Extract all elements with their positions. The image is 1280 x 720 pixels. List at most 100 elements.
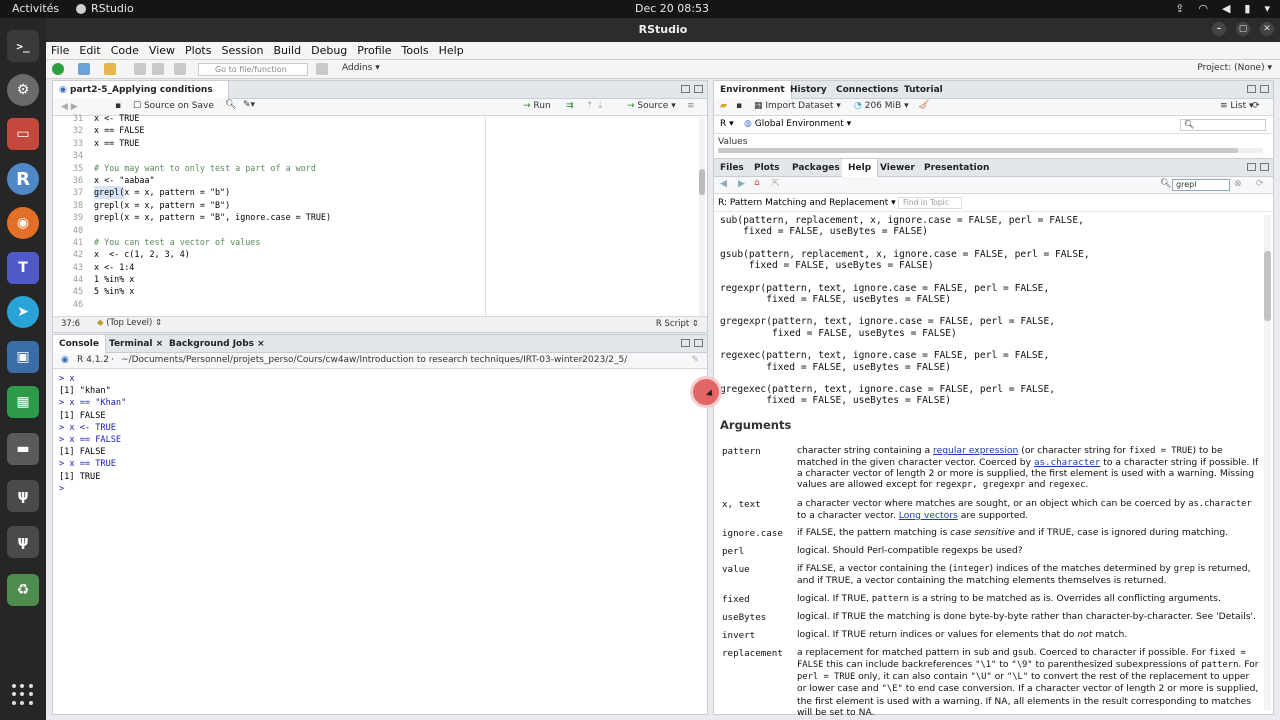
list-view-selector[interactable]: ≡ List ▾ xyxy=(1220,101,1254,111)
menu-file[interactable]: File xyxy=(51,42,69,59)
settings-icon[interactable]: ⚙ xyxy=(7,74,39,106)
home-icon[interactable]: ⌂ xyxy=(754,178,760,188)
back-arrow-icon[interactable]: ◀ ▶ xyxy=(61,102,78,112)
code-line[interactable]: 44 1 %in% x xyxy=(53,273,701,285)
as-character-link[interactable]: as.character xyxy=(1034,457,1100,468)
save-all-icon[interactable] xyxy=(152,63,164,75)
console-output[interactable]: > x [1] "khan" > x == "Khan" [1] FALSE > x <… xyxy=(59,373,126,495)
scope-selector[interactable]: ◍ Global Environment ▾ xyxy=(744,119,851,129)
magic-wand-icon[interactable]: ✎▾ xyxy=(243,100,255,110)
maximize-pane-icon[interactable] xyxy=(1260,163,1269,171)
tab-packages[interactable]: Packages xyxy=(786,159,846,177)
project-menu[interactable]: Project: (None) ▾ xyxy=(1197,63,1272,73)
env-hscroll[interactable] xyxy=(718,148,1263,153)
goto-dir-icon[interactable]: ⇨ xyxy=(577,355,585,365)
menu-view[interactable]: View xyxy=(149,42,175,59)
show-apps-icon[interactable] xyxy=(12,684,34,706)
minimize-pane-icon[interactable] xyxy=(1247,163,1256,171)
search-icon[interactable]: 🔍︎ xyxy=(225,100,236,110)
firefox-icon[interactable]: ◉ xyxy=(7,207,39,239)
menu-plots[interactable]: Plots xyxy=(185,42,211,59)
r-icon[interactable]: R xyxy=(7,163,39,195)
new-file-icon[interactable] xyxy=(52,63,64,75)
help-scrollbar[interactable] xyxy=(1264,215,1271,710)
tab-files[interactable]: Files xyxy=(714,159,750,177)
code-line[interactable]: 36 x <- "aabaa" xyxy=(53,174,701,186)
outline-icon[interactable]: ≡ xyxy=(687,101,695,111)
maximize-pane-icon[interactable] xyxy=(694,339,703,347)
load-workspace-icon[interactable]: ▰ xyxy=(720,101,727,111)
regular-expression-link[interactable]: regular expression xyxy=(933,445,1018,456)
open-file-icon[interactable] xyxy=(104,63,116,75)
save-file-icon[interactable]: ▪ xyxy=(115,101,121,111)
usb-drive-icon[interactable]: ψ xyxy=(7,526,39,558)
maximize-icon[interactable]: ▢ xyxy=(1236,22,1250,36)
menu-tools[interactable]: Tools xyxy=(401,42,428,59)
language-selector[interactable]: R ▾ xyxy=(720,119,734,129)
long-vectors-link[interactable]: Long vectors xyxy=(899,510,958,521)
code-line[interactable]: 39 grepl(x = x, pattern = "B", ignore.cas… xyxy=(53,211,701,223)
code-line[interactable]: 46 xyxy=(53,298,701,310)
topic-selector[interactable]: R: Pattern Matching and Replacement ▾ xyxy=(718,198,896,208)
code-line[interactable]: 37 grepl(x = x, pattern = "b") xyxy=(53,186,701,199)
go-to-file-input[interactable]: Go to file/function xyxy=(198,63,308,76)
save-icon[interactable] xyxy=(134,63,146,75)
grid-icon[interactable] xyxy=(316,63,328,75)
file-type-selector[interactable]: R Script ⇕ xyxy=(656,319,699,329)
new-project-icon[interactable] xyxy=(78,63,90,75)
menu-help[interactable]: Help xyxy=(439,42,464,59)
addins-menu[interactable]: Addins ▾ xyxy=(342,63,380,73)
telegram-icon[interactable]: ➤ xyxy=(7,296,39,328)
popout-icon[interactable]: ⇱ xyxy=(772,179,780,189)
files-icon[interactable]: ▭ xyxy=(7,118,39,150)
memory-usage[interactable]: ◔ 206 MiB ▾ xyxy=(854,101,909,111)
code-line[interactable]: 38 grepl(x = x, pattern = "B") xyxy=(53,199,701,211)
code-line[interactable]: 40 xyxy=(53,224,701,236)
editor-scroll-thumb[interactable] xyxy=(699,169,705,195)
source-button[interactable]: → Source ▾ xyxy=(627,101,676,111)
menu-edit[interactable]: Edit xyxy=(79,42,100,59)
env-hscroll-thumb[interactable] xyxy=(718,148,1238,153)
source-on-save-checkbox[interactable]: ☐ Source on Save xyxy=(133,101,214,111)
tab-presentation[interactable]: Presentation xyxy=(918,159,995,177)
spreadsheet-icon[interactable]: ▦ xyxy=(7,386,39,418)
clear-console-icon[interactable]: ✎ xyxy=(691,355,699,365)
menu-build[interactable]: Build xyxy=(273,42,301,59)
tab-tutorial[interactable]: Tutorial xyxy=(898,81,949,99)
forward-icon[interactable]: ▶ xyxy=(738,179,745,189)
clock[interactable]: Dec 20 08:53 xyxy=(635,2,709,15)
screenshot-tool-icon[interactable]: ▣ xyxy=(7,341,39,373)
tab-console[interactable]: Console xyxy=(53,335,106,353)
app-indicator[interactable]: RStudio xyxy=(76,2,134,15)
teams-icon[interactable]: T xyxy=(7,252,39,284)
system-tray[interactable]: ⇪ ◠ ◀ ▮ ▾ xyxy=(1175,2,1270,15)
print-icon[interactable] xyxy=(174,63,186,75)
back-icon[interactable]: ◀ xyxy=(720,179,727,189)
scope-selector[interactable]: ◆ (Top Level) ⇕ xyxy=(97,318,162,328)
editor-scrollbar[interactable] xyxy=(699,117,705,317)
editor-file-tab[interactable]: ◉ part2-5_Applying conditions on da... × xyxy=(53,81,229,113)
code-line[interactable]: 32 x == FALSE xyxy=(53,124,701,136)
menu-code[interactable]: Code xyxy=(111,42,139,59)
code-line[interactable]: 31 x <- TRUE xyxy=(53,112,701,124)
code-line[interactable]: 34 xyxy=(53,149,701,161)
tab-plots[interactable]: Plots xyxy=(748,159,786,177)
tab-environment[interactable]: Environment xyxy=(714,81,792,99)
menu-debug[interactable]: Debug xyxy=(311,42,347,59)
code-line[interactable]: 35 # You may want to only test a part of … xyxy=(53,162,701,174)
run-button[interactable]: → Run xyxy=(523,101,551,111)
minimize-pane-icon[interactable] xyxy=(681,339,690,347)
drive-icon[interactable]: ▬ xyxy=(7,433,39,465)
maximize-pane-icon[interactable] xyxy=(1260,85,1269,93)
menu-session[interactable]: Session xyxy=(221,42,263,59)
help-search-input[interactable]: grepl xyxy=(1172,179,1230,191)
tab-history[interactable]: History xyxy=(784,81,833,99)
tab-terminal[interactable]: Terminal × xyxy=(103,335,169,353)
code-line[interactable]: 47 # Find of at least one of the element … xyxy=(53,310,701,312)
rerun-icon[interactable]: ⇉ xyxy=(566,101,574,111)
menu-profile[interactable]: Profile xyxy=(357,42,391,59)
env-search-input[interactable]: 🔍︎ xyxy=(1180,119,1266,131)
clear-search-icon[interactable]: ⊗ xyxy=(1234,179,1242,189)
code-line[interactable]: 43 x <- 1:4 xyxy=(53,261,701,273)
import-dataset-button[interactable]: ▦ Import Dataset ▾ xyxy=(754,101,841,111)
